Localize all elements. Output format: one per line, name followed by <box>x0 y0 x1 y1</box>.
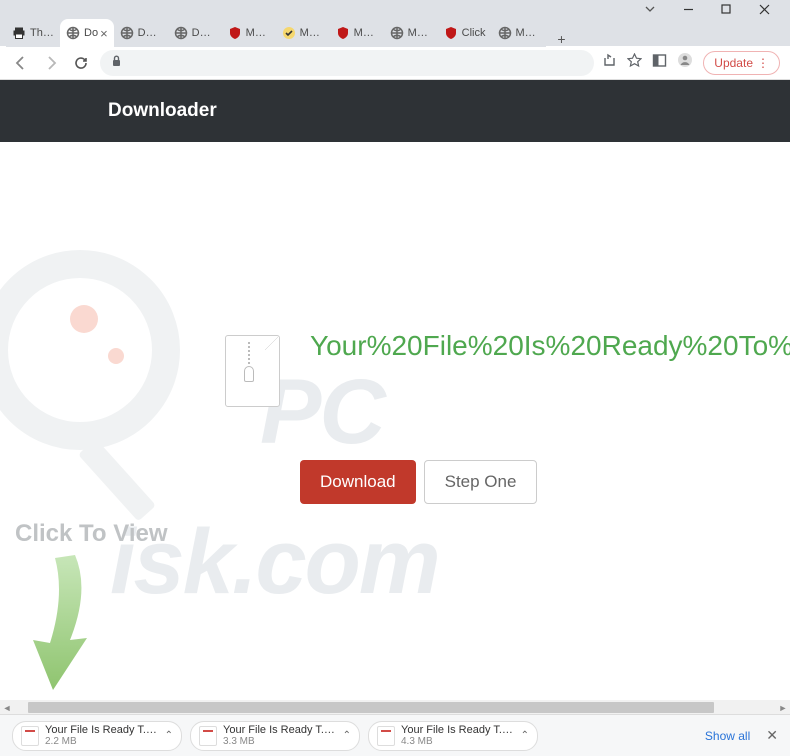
watermark-dot-icon <box>108 348 124 364</box>
browser-tab[interactable]: McAf <box>276 19 330 47</box>
globe-icon <box>498 26 512 40</box>
file-icon <box>21 726 39 746</box>
close-download-bar-button[interactable]: ✕ <box>766 727 778 744</box>
forward-button[interactable] <box>40 52 62 74</box>
update-button[interactable]: Update ⋮ <box>703 51 780 75</box>
scroll-right-arrow-icon[interactable]: ► <box>776 703 790 713</box>
download-item[interactable]: Your File Is Ready T....iso4.3 MB ⌃ <box>368 721 538 751</box>
chevron-up-icon[interactable]: ⌃ <box>343 730 351 741</box>
globe-icon <box>66 26 80 40</box>
lock-icon <box>110 54 123 72</box>
download-item[interactable]: Your File Is Ready T....iso3.3 MB ⌃ <box>190 721 360 751</box>
tab-label: McAf <box>354 27 378 39</box>
tab-label: The P <box>30 27 54 39</box>
tab-label: Dowi <box>192 27 216 39</box>
download-filesize: 3.3 MB <box>223 736 337 747</box>
tab-label: Click <box>462 27 486 39</box>
close-tab-icon[interactable]: × <box>100 26 108 41</box>
mcafee-icon <box>444 26 458 40</box>
ready-text: Your%20File%20Is%20Ready%20To%20Dow <box>310 330 790 362</box>
file-icon <box>199 726 217 746</box>
horizontal-scrollbar[interactable]: ◄ ► <box>0 700 790 715</box>
tab-label: McAf <box>408 27 432 39</box>
star-icon[interactable] <box>627 53 642 73</box>
printer-icon <box>12 26 26 40</box>
address-bar[interactable] <box>100 50 594 76</box>
file-icon <box>377 726 395 746</box>
menu-dots-icon: ⋮ <box>757 56 769 70</box>
browser-tab[interactable]: McAf <box>384 19 438 47</box>
click-to-view-label: Click To View <box>15 520 168 548</box>
mcafee-icon <box>228 26 242 40</box>
download-filename: Your File Is Ready T....iso <box>223 724 337 736</box>
close-window-button[interactable] <box>758 3 770 15</box>
chevron-up-icon[interactable]: ⌃ <box>165 730 173 741</box>
download-button[interactable]: Download <box>300 460 416 504</box>
scroll-left-arrow-icon[interactable]: ◄ <box>0 703 14 713</box>
browser-tab[interactable]: The P <box>6 19 60 47</box>
browser-tab[interactable]: McAf <box>222 19 276 47</box>
page-content: Downloader PC isk.com Your%20File%20Is%2… <box>0 80 790 715</box>
new-tab-button[interactable]: + <box>550 31 574 47</box>
globe-icon <box>120 26 134 40</box>
download-bar: Your File Is Ready T....iso2.2 MB⌃Your F… <box>0 714 790 756</box>
profile-icon[interactable] <box>677 52 693 73</box>
page-header: Downloader <box>0 80 790 142</box>
show-all-downloads-link[interactable]: Show all <box>705 729 750 743</box>
download-filename: Your File Is Ready T....iso <box>45 724 159 736</box>
chevron-down-icon[interactable] <box>644 3 656 15</box>
maximize-button[interactable] <box>720 3 732 15</box>
update-label: Update <box>714 56 753 70</box>
mcafee-icon <box>336 26 350 40</box>
back-button[interactable] <box>10 52 32 74</box>
download-filesize: 4.3 MB <box>401 736 515 747</box>
scrollbar-thumb[interactable] <box>28 702 714 713</box>
download-item[interactable]: Your File Is Ready T....iso2.2 MB ⌃ <box>12 721 182 751</box>
browser-tab[interactable]: McAf <box>330 19 384 47</box>
browser-toolbar: Update ⋮ <box>0 46 790 80</box>
arrow-down-icon <box>15 550 105 700</box>
chevron-up-icon[interactable]: ⌃ <box>521 730 529 741</box>
watermark-magnifier-icon <box>0 250 180 450</box>
step-one-button[interactable]: Step One <box>424 460 538 504</box>
browser-tab[interactable]: Dowi <box>114 19 168 47</box>
watermark-dot-icon <box>70 305 98 333</box>
browser-tab[interactable]: Do× <box>60 19 114 47</box>
page-title: Downloader <box>108 100 217 122</box>
download-filesize: 2.2 MB <box>45 736 159 747</box>
check-icon <box>282 26 296 40</box>
panel-icon[interactable] <box>652 53 667 73</box>
minimize-button[interactable] <box>682 3 694 15</box>
globe-icon <box>174 26 188 40</box>
tab-label: McAf <box>300 27 324 39</box>
download-filename: Your File Is Ready T....iso <box>401 724 515 736</box>
tab-label: McAf <box>246 27 270 39</box>
browser-tab[interactable]: Click <box>438 19 492 47</box>
globe-icon <box>390 26 404 40</box>
browser-tab[interactable]: Dowi <box>168 19 222 47</box>
browser-tab[interactable]: McAf <box>492 19 546 47</box>
zip-file-icon <box>225 335 280 407</box>
tab-label: Do <box>84 27 98 39</box>
tab-label: McAf <box>516 27 540 39</box>
reload-button[interactable] <box>70 52 92 74</box>
share-icon[interactable] <box>602 53 617 73</box>
tab-label: Dowi <box>138 27 162 39</box>
